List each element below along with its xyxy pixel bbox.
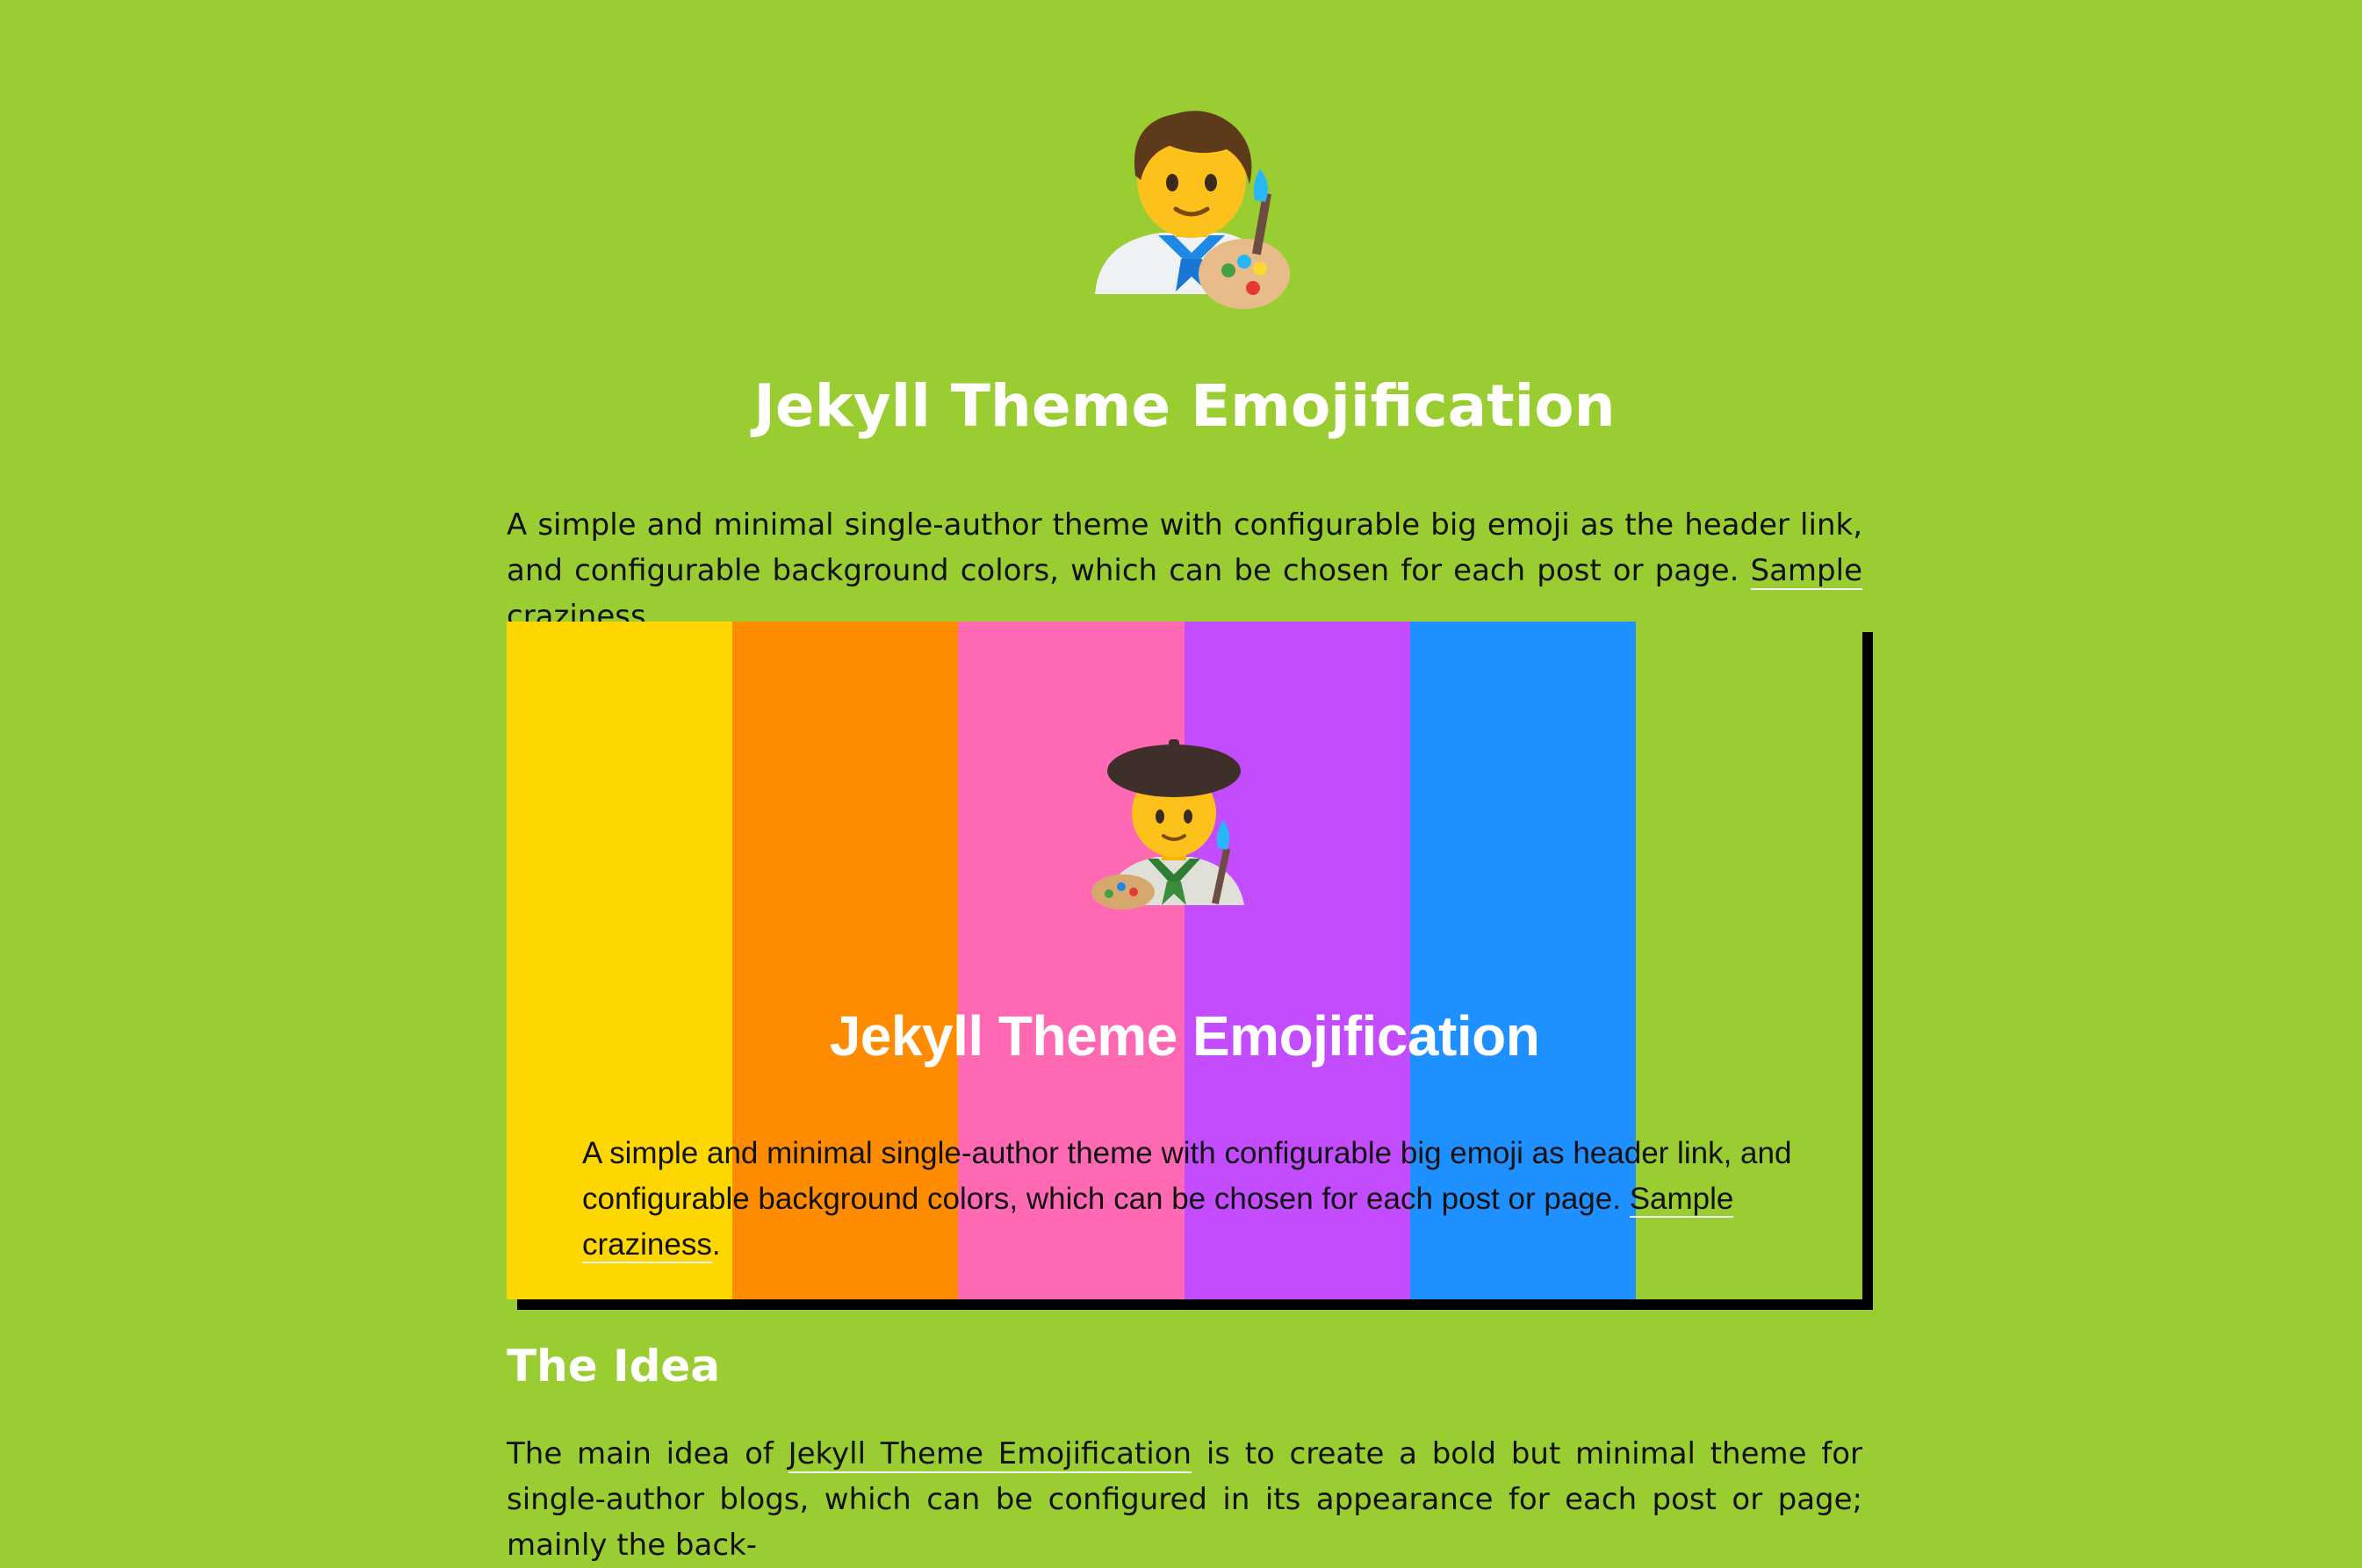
header-emoji-link[interactable] xyxy=(1077,88,1306,316)
artist-emoji-icon xyxy=(1077,88,1306,316)
screenshot-title: Jekyll Theme Emojification xyxy=(829,1004,1540,1068)
section-heading-idea: The Idea xyxy=(507,1341,721,1392)
site-title: Jekyll Theme Emojification xyxy=(753,372,1616,440)
idea-paragraph: The main idea of Jekyll Theme Emojificat… xyxy=(507,1431,1862,1568)
screenshot-text-end: . xyxy=(711,1227,721,1262)
theme-screenshot: Jekyll Theme Emojification A simple and … xyxy=(507,622,1873,1310)
intro-paragraph: A simple and minimal single-author theme… xyxy=(507,502,1862,639)
idea-text-start: The main idea of xyxy=(507,1436,789,1471)
screenshot-paragraph: A simple and minimal single-author theme… xyxy=(582,1131,1794,1268)
screenshot-text: A simple and minimal single-author theme… xyxy=(582,1136,1792,1216)
artist-with-beret-emoji-icon xyxy=(1086,725,1262,910)
jekyll-theme-link[interactable]: Jekyll Theme Emojification xyxy=(788,1436,1192,1473)
intro-text: A simple and minimal single-author theme… xyxy=(507,507,1862,588)
